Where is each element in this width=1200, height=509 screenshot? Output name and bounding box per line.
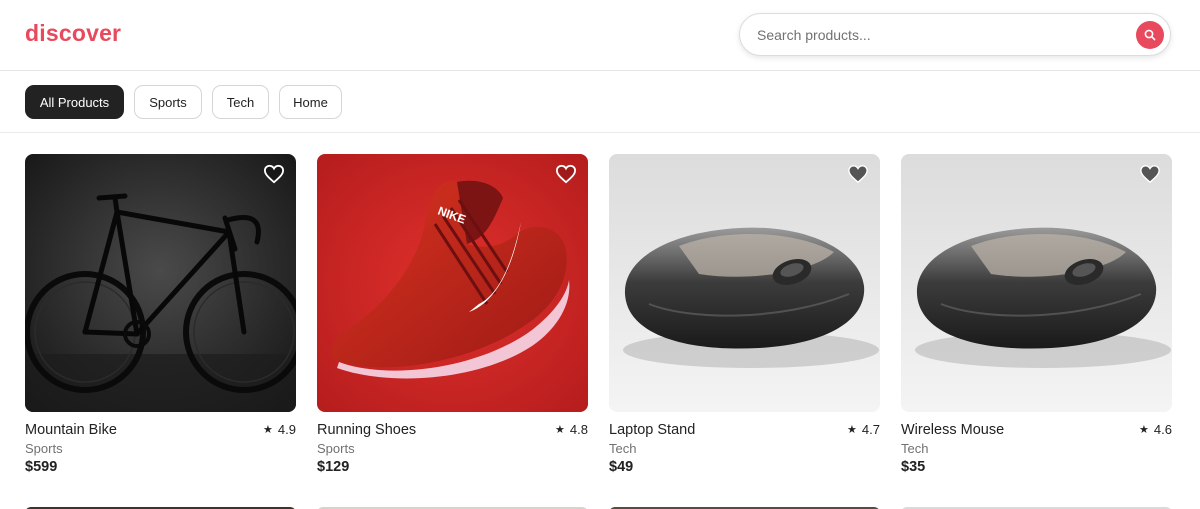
- filter-chip-home[interactable]: Home: [279, 85, 342, 119]
- computer-mouse-image: [901, 154, 1172, 412]
- product-price: $49: [609, 459, 634, 475]
- product-card[interactable]: Wireless Mouse ★ 4.6 Tech $35: [901, 154, 1172, 475]
- product-name[interactable]: Laptop Stand: [609, 422, 695, 438]
- top-header: discover: [0, 0, 1200, 71]
- category-filter-bar: All Products Sports Tech Home: [0, 71, 1200, 133]
- product-category: Sports: [317, 441, 355, 456]
- search-icon: [1144, 29, 1156, 41]
- heart-filled-icon[interactable]: [847, 164, 869, 184]
- product-card[interactable]: Laptop Stand ★ 4.7 Tech $49: [609, 154, 880, 475]
- heart-filled-icon[interactable]: [1139, 164, 1161, 184]
- rating-value: 4.9: [277, 422, 296, 437]
- filter-chip-sports[interactable]: Sports: [134, 85, 202, 119]
- rating-value: 4.7: [861, 422, 880, 437]
- product-name[interactable]: Running Shoes: [317, 422, 416, 438]
- product-price: $35: [901, 459, 926, 475]
- computer-mouse-image: [609, 154, 880, 412]
- search-bar[interactable]: [739, 13, 1171, 56]
- bicycle-image: [25, 154, 296, 412]
- rating-value: 4.8: [569, 422, 588, 437]
- product-category: Tech: [609, 441, 637, 456]
- running-shoe-image: NIKE: [317, 154, 588, 412]
- product-rating: ★ 4.8: [555, 422, 588, 437]
- search-button[interactable]: [1136, 21, 1164, 49]
- star-icon: ★: [1139, 424, 1149, 436]
- star-icon: ★: [555, 424, 565, 436]
- product-price: $129: [317, 459, 350, 475]
- product-name[interactable]: Mountain Bike: [25, 422, 117, 438]
- search-input[interactable]: [757, 24, 1117, 46]
- product-image[interactable]: [25, 154, 296, 412]
- product-image[interactable]: NIKE: [317, 154, 588, 412]
- star-icon: ★: [847, 424, 857, 436]
- logo[interactable]: discover: [25, 20, 121, 47]
- rating-value: 4.6: [1153, 422, 1172, 437]
- star-icon: ★: [263, 424, 273, 436]
- heart-outline-icon[interactable]: [263, 164, 285, 184]
- product-card[interactable]: NIKE Running Shoes ★ 4.8 Sports $129: [317, 154, 588, 475]
- product-category: Tech: [901, 441, 929, 456]
- filter-chip-all-products[interactable]: All Products: [25, 85, 124, 119]
- product-rating: ★ 4.9: [263, 422, 296, 437]
- product-rating: ★ 4.6: [1139, 422, 1172, 437]
- heart-outline-icon[interactable]: [555, 164, 577, 184]
- product-category: Sports: [25, 441, 63, 456]
- product-rating: ★ 4.7: [847, 422, 880, 437]
- product-price: $599: [25, 459, 58, 475]
- product-image[interactable]: [609, 154, 880, 412]
- product-card[interactable]: Mountain Bike ★ 4.9 Sports $599: [25, 154, 296, 475]
- product-image[interactable]: [901, 154, 1172, 412]
- filter-chip-tech[interactable]: Tech: [212, 85, 269, 119]
- product-name[interactable]: Wireless Mouse: [901, 422, 1004, 438]
